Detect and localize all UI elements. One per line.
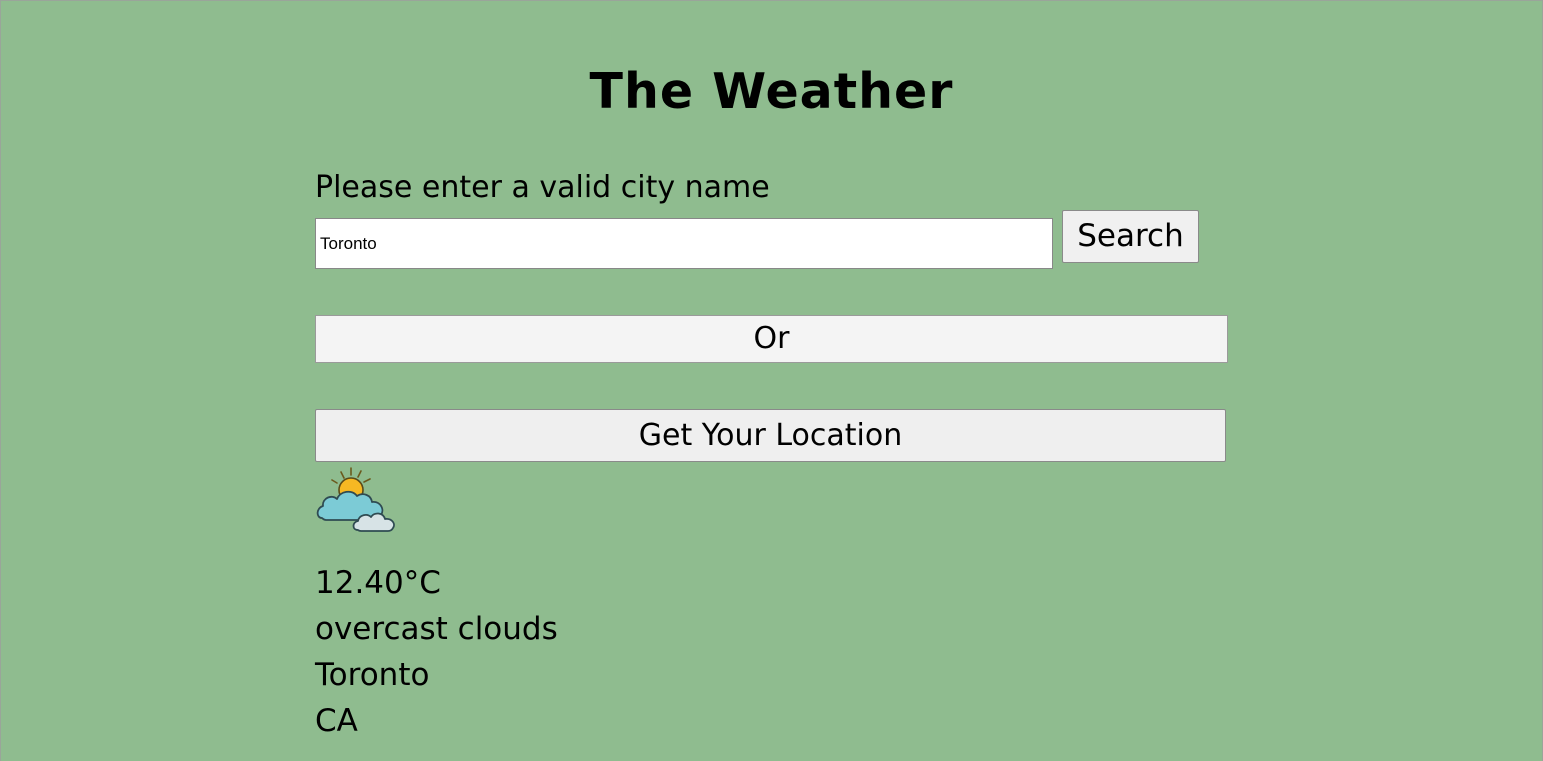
country-code: CA [315,703,358,739]
or-divider: Or [315,315,1228,363]
weather-description: overcast clouds [315,611,558,647]
city-name: Toronto [315,657,430,693]
city-search-input[interactable] [315,218,1053,269]
search-button[interactable]: Search [1062,210,1199,263]
get-location-button[interactable]: Get Your Location [315,409,1226,462]
temperature-value: 12.40°C [315,565,441,601]
partly-cloudy-sun-icon [314,464,406,538]
page-title: The Weather [589,63,954,120]
city-prompt-label: Please enter a valid city name [315,170,770,205]
